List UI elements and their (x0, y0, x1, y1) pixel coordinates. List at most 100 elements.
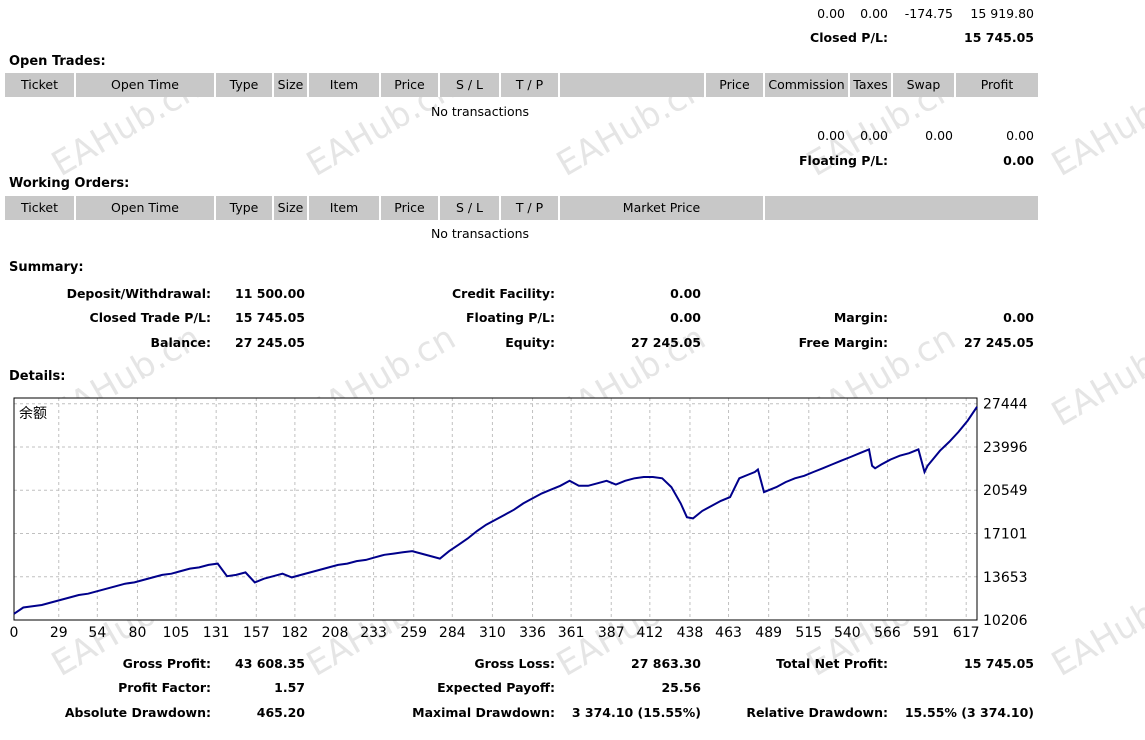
equity-label: Equity: (505, 335, 555, 350)
closed-pl-label: Closed P/L: (810, 30, 888, 45)
margin-label: Margin: (833, 310, 888, 325)
x-tick-label: 617 (953, 625, 980, 641)
x-tick-label: 29 (50, 625, 68, 641)
open-trades-empty: No transactions (430, 104, 530, 119)
balance-value: 27 245.05 (235, 335, 305, 350)
gross-profit-value: 43 608.35 (235, 656, 305, 671)
col-tp[interactable]: T / P (501, 73, 560, 97)
credit-value: 0.00 (670, 286, 701, 301)
credit-label: Credit Facility: (451, 286, 555, 301)
equity-value: 27 245.05 (631, 335, 701, 350)
y-tick-label: 10206 (983, 613, 1028, 629)
expected-payoff-value: 25.56 (661, 680, 701, 695)
col-price[interactable]: Price (381, 73, 440, 97)
gross-loss-value: 27 863.30 (631, 656, 701, 671)
x-tick-label: 208 (322, 625, 349, 641)
x-tick-label: 489 (755, 625, 782, 641)
balance-label: Balance: (150, 335, 211, 350)
x-tick-label: 182 (282, 625, 309, 641)
x-tick-label: 54 (88, 625, 106, 641)
deposit-label: Deposit/Withdrawal: (66, 286, 211, 301)
plot-area (14, 398, 977, 620)
closed-trade-label: Closed Trade P/L: (89, 310, 211, 325)
total-value: -174.75 (904, 6, 953, 21)
col-blank (765, 196, 1038, 220)
col-close-price[interactable]: Price (706, 73, 765, 97)
closed-pl-value: 15 745.05 (964, 30, 1034, 45)
free-margin-label: Free Margin: (798, 335, 888, 350)
col-price[interactable]: Price (381, 196, 440, 220)
x-tick-label: 515 (795, 625, 822, 641)
open-total-commission: 0.00 (817, 128, 845, 143)
y-tick-label: 27444 (983, 397, 1028, 413)
col-type[interactable]: Type (216, 73, 274, 97)
details-title: Details: (9, 369, 66, 384)
col-market-price[interactable]: Market Price (560, 196, 765, 220)
relative-drawdown-value: 15.55% (3 374.10) (904, 705, 1034, 720)
y-tick-label: 20549 (983, 483, 1028, 499)
maximal-drawdown-label: Maximal Drawdown: (412, 705, 555, 720)
expected-payoff-label: Expected Payoff: (437, 680, 555, 695)
watermark: EAHub.cn (1045, 67, 1145, 185)
open-trades-title: Open Trades: (9, 54, 106, 69)
y-tick-label: 23996 (983, 440, 1028, 456)
total-net-value: 15 745.05 (964, 656, 1034, 671)
x-tick-label: 80 (129, 625, 147, 641)
x-tick-label: 591 (913, 625, 940, 641)
watermark: EAHub.cn (1045, 567, 1145, 685)
x-tick-label: 157 (243, 625, 270, 641)
x-tick-label: 233 (360, 625, 387, 641)
working-orders-header: Ticket Open Time Type Size Item Price S … (5, 196, 1038, 220)
margin-value: 0.00 (1003, 310, 1034, 325)
x-tick-label: 105 (163, 625, 190, 641)
x-tick-label: 387 (598, 625, 625, 641)
col-item[interactable]: Item (309, 73, 381, 97)
x-tick-label: 540 (834, 625, 861, 641)
floating-label: Floating P/L: (466, 310, 555, 325)
col-open-time[interactable]: Open Time (76, 196, 216, 220)
open-trades-header: Ticket Open Time Type Size Item Price S … (5, 73, 1038, 97)
floating-value: 0.00 (670, 310, 701, 325)
x-tick-label: 0 (10, 625, 19, 641)
balance-chart: 0 29 54 80 105 131 157 182 208 233 259 284 310 336 361… (10, 397, 1028, 641)
maximal-drawdown-value: 3 374.10 (15.55%) (571, 705, 701, 720)
absolute-drawdown-label: Absolute Drawdown: (64, 705, 211, 720)
col-sl[interactable]: S / L (440, 73, 501, 97)
col-size[interactable]: Size (274, 196, 309, 220)
total-value: 0.00 (817, 6, 845, 21)
col-commission[interactable]: Commission (765, 73, 850, 97)
col-sl[interactable]: S / L (440, 196, 501, 220)
gross-loss-label: Gross Loss: (474, 656, 555, 671)
summary-title: Summary: (9, 260, 84, 275)
col-taxes[interactable]: Taxes (850, 73, 893, 97)
total-value: 0.00 (860, 6, 888, 21)
absolute-drawdown-value: 465.20 (256, 705, 305, 720)
col-ticket[interactable]: Ticket (5, 196, 76, 220)
col-size[interactable]: Size (274, 73, 309, 97)
col-item[interactable]: Item (309, 196, 381, 220)
floating-pl-value: 0.00 (1003, 153, 1034, 168)
col-swap[interactable]: Swap (893, 73, 956, 97)
x-tick-label: 463 (715, 625, 742, 641)
x-tick-label: 259 (400, 625, 427, 641)
col-blank (560, 73, 706, 97)
col-ticket[interactable]: Ticket (5, 73, 76, 97)
profit-factor-value: 1.57 (274, 680, 305, 695)
col-type[interactable]: Type (216, 196, 274, 220)
x-tick-label: 336 (519, 625, 546, 641)
total-value: 15 919.80 (970, 6, 1034, 21)
gross-profit-label: Gross Profit: (122, 656, 211, 671)
open-total-swap: 0.00 (925, 128, 953, 143)
open-total-taxes: 0.00 (860, 128, 888, 143)
working-orders-empty: No transactions (430, 226, 530, 241)
x-tick-label: 131 (203, 625, 230, 641)
open-total-profit: 0.00 (1006, 128, 1034, 143)
col-profit[interactable]: Profit (956, 73, 1038, 97)
col-open-time[interactable]: Open Time (76, 73, 216, 97)
y-tick-label: 17101 (983, 526, 1028, 542)
x-tick-label: 284 (439, 625, 466, 641)
total-net-label: Total Net Profit: (776, 656, 888, 671)
col-tp[interactable]: T / P (501, 196, 560, 220)
working-orders-title: Working Orders: (9, 176, 130, 191)
x-tick-label: 361 (558, 625, 585, 641)
